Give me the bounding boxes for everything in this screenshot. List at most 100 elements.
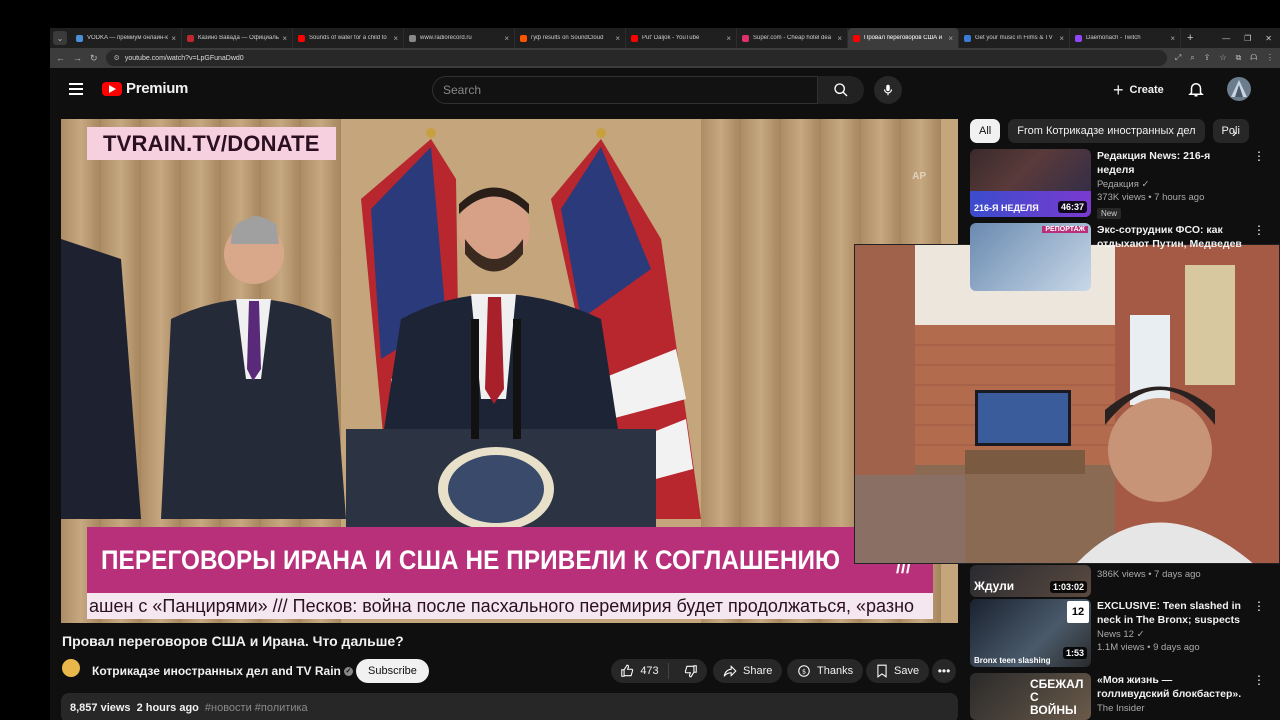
browser-tab[interactable]: Daemonach - Twitch × [1070,28,1181,48]
tab-close-icon[interactable]: × [726,34,731,43]
thanks-button[interactable]: $ Thanks [787,659,864,683]
browser-tab[interactable]: Super.com - Cheap hotel dea × [737,28,848,48]
related-video-card[interactable]: РЕПОРТАЖ Экс-сотрудник ФСО: как отдыхают… [970,223,1270,293]
more-vertical-icon[interactable]: ⋮ [1253,223,1265,237]
chip-politics[interactable]: Poli [1212,119,1249,143]
more-vertical-icon[interactable]: ⋮ [1253,599,1265,613]
browser-tab-active[interactable]: Провал переговоров США и × [848,28,959,48]
video-title: EXCLUSIVE: Teen slashed in neck in The B… [1097,600,1241,626]
tab-favicon-icon [964,34,971,42]
video-player[interactable]: TVRAIN.TV/DONATE AP ПЕРЕГОВОРЫ ИРАНА И С… [61,119,958,623]
tab-close-icon[interactable]: × [615,34,620,43]
thumbnail-caption: РЕПОРТАЖ [1042,226,1088,233]
create-label: Create [1129,84,1164,96]
notifications-button[interactable] [1187,80,1205,103]
voice-search-button[interactable] [874,76,902,104]
account-avatar[interactable] [1227,77,1251,101]
chip-from-channel[interactable]: From Котрикадзе иностранных дел [1008,119,1205,143]
dislike-button[interactable] [675,664,707,678]
browser-tab[interactable]: Sounds of water for a child to × [293,28,404,48]
microphone-icon [883,84,893,96]
video-title: Редакция News: 216-я неделя [1097,150,1211,176]
view-count: 8,857 views [70,702,131,714]
search-button[interactable] [818,76,864,104]
search-placeholder: Search [443,83,482,97]
video-thumbnail[interactable]: СБЕЖАЛ С ВОЙНЫ [970,673,1091,720]
youtube-play-icon [102,81,122,96]
video-thumbnail[interactable]: 12 Bronx teen slashing 1:53 [970,599,1091,667]
extension-icon[interactable]: ⧉ [1236,53,1242,63]
video-meta: «Моя жизнь — голливудский блокбастер». И… [1097,673,1247,714]
headline-banner: ПЕРЕГОВОРЫ ИРАНА И США НЕ ПРИВЕЛИ К СОГЛ… [87,527,933,593]
like-button[interactable]: 473 [611,663,669,679]
like-dislike-group: 473 [611,659,707,683]
maximize-icon[interactable]: ❐ [1244,34,1251,43]
zoom-icon[interactable]: ⌕ [1190,53,1194,63]
browser-tab[interactable]: Казино Вавада — Официаль × [182,28,293,48]
description-box[interactable]: 8,857 views 2 hours ago #новости #политика [61,693,958,720]
news-ticker: ашен с «Панцирями» /// Песков: война пос… [87,593,933,619]
chip-all[interactable]: All [970,119,1001,143]
more-vertical-icon[interactable]: ⋮ [1253,149,1265,163]
tab-close-icon[interactable]: × [1059,34,1064,43]
bookmark-icon [877,664,887,678]
chips-next-icon[interactable]: › [1232,124,1237,140]
install-app-icon[interactable]: ⤢ [1175,53,1181,63]
forward-icon[interactable]: → [73,53,82,63]
extension-translate-icon[interactable]: ᗩ [1250,53,1257,63]
like-count: 473 [640,665,659,677]
video-duration: 46:37 [1057,201,1087,213]
browser-tab[interactable]: VODKA — премиум онлайн-к × [71,28,182,48]
video-title: Провал переговоров США и Ирана. Что даль… [62,633,404,649]
toolbar-icons: ⤢ ⌕ ⇪ ☆ ⧉ ᗩ ⋮ [1175,53,1274,63]
video-thumbnail[interactable]: Ждули 1:03:02 [970,565,1091,597]
site-info-icon[interactable]: ⚙ [114,54,120,62]
tab-close-icon[interactable]: × [948,34,953,43]
related-video-card[interactable]: СБЕЖАЛ С ВОЙНЫ «Моя жизнь — голливудский… [970,673,1270,720]
video-meta: 386K views • 7 days ago [1097,565,1247,580]
tab-search-button[interactable]: ⌄ [53,31,67,45]
video-thumbnail[interactable]: 216-Я НЕДЕЛЯ 46:37 [970,149,1091,217]
video-meta: Редакция News: 216-я неделя Редакция ✓ 3… [1097,149,1247,221]
minimize-icon[interactable]: — [1222,34,1230,43]
new-tab-button[interactable]: + [1187,32,1193,44]
browser-tab[interactable]: Put' Daljok - YouTube × [626,28,737,48]
tab-close-icon[interactable]: × [837,34,842,43]
tab-close-icon[interactable]: × [504,34,509,43]
url-input[interactable]: ⚙ youtube.com/watch?v=LpGFunaDwd0 [105,50,1167,66]
back-icon[interactable]: ← [56,53,65,63]
channel-avatar[interactable] [62,659,80,677]
youtube-logo[interactable]: Premium [102,80,188,97]
url-text: youtube.com/watch?v=LpGFunaDwd0 [124,54,244,62]
related-video-card[interactable]: 216-Я НЕДЕЛЯ 46:37 Редакция News: 216-я … [970,149,1270,219]
tab-favicon-icon [520,34,527,42]
tab-close-icon[interactable]: × [282,34,287,43]
close-window-icon[interactable]: ✕ [1265,34,1272,43]
tab-favicon-icon [1075,34,1082,42]
search-input[interactable]: Search [432,76,818,104]
tab-close-icon[interactable]: × [1170,34,1175,43]
create-button[interactable]: + Create [1103,76,1174,104]
reload-icon[interactable]: ↻ [90,53,98,64]
tab-close-icon[interactable]: × [393,34,398,43]
save-button[interactable]: Save [866,659,930,683]
bookmark-star-icon[interactable]: ☆ [1219,53,1226,63]
more-actions-button[interactable]: ••• [932,659,956,683]
browser-menu-icon[interactable]: ⋮ [1266,53,1274,63]
browser-tab[interactable]: www.radiorecord.ru × [404,28,515,48]
share-page-icon[interactable]: ⇪ [1204,53,1211,63]
share-button[interactable]: Share [713,659,783,683]
tab-close-icon[interactable]: × [171,34,176,43]
channel-name-link[interactable]: Котрикадзе иностранных дел and TV Rain ✓ [92,664,353,678]
tab-favicon-icon [631,34,638,42]
browser-tab[interactable]: гуф results on SoundCloud × [515,28,626,48]
video-thumbnail[interactable]: РЕПОРТАЖ [970,223,1091,291]
menu-icon[interactable] [69,83,83,95]
new-badge: New [1097,208,1122,219]
subscribe-button[interactable]: Subscribe [356,659,429,683]
browser-tab[interactable]: Get your music in Films & TV × [959,28,1070,48]
more-vertical-icon[interactable]: ⋮ [1253,673,1265,687]
related-video-card[interactable]: 12 Bronx teen slashing 1:53 EXCLUSIVE: T… [970,599,1270,669]
thumbs-down-icon [684,665,697,678]
tab-favicon-icon [853,34,860,42]
